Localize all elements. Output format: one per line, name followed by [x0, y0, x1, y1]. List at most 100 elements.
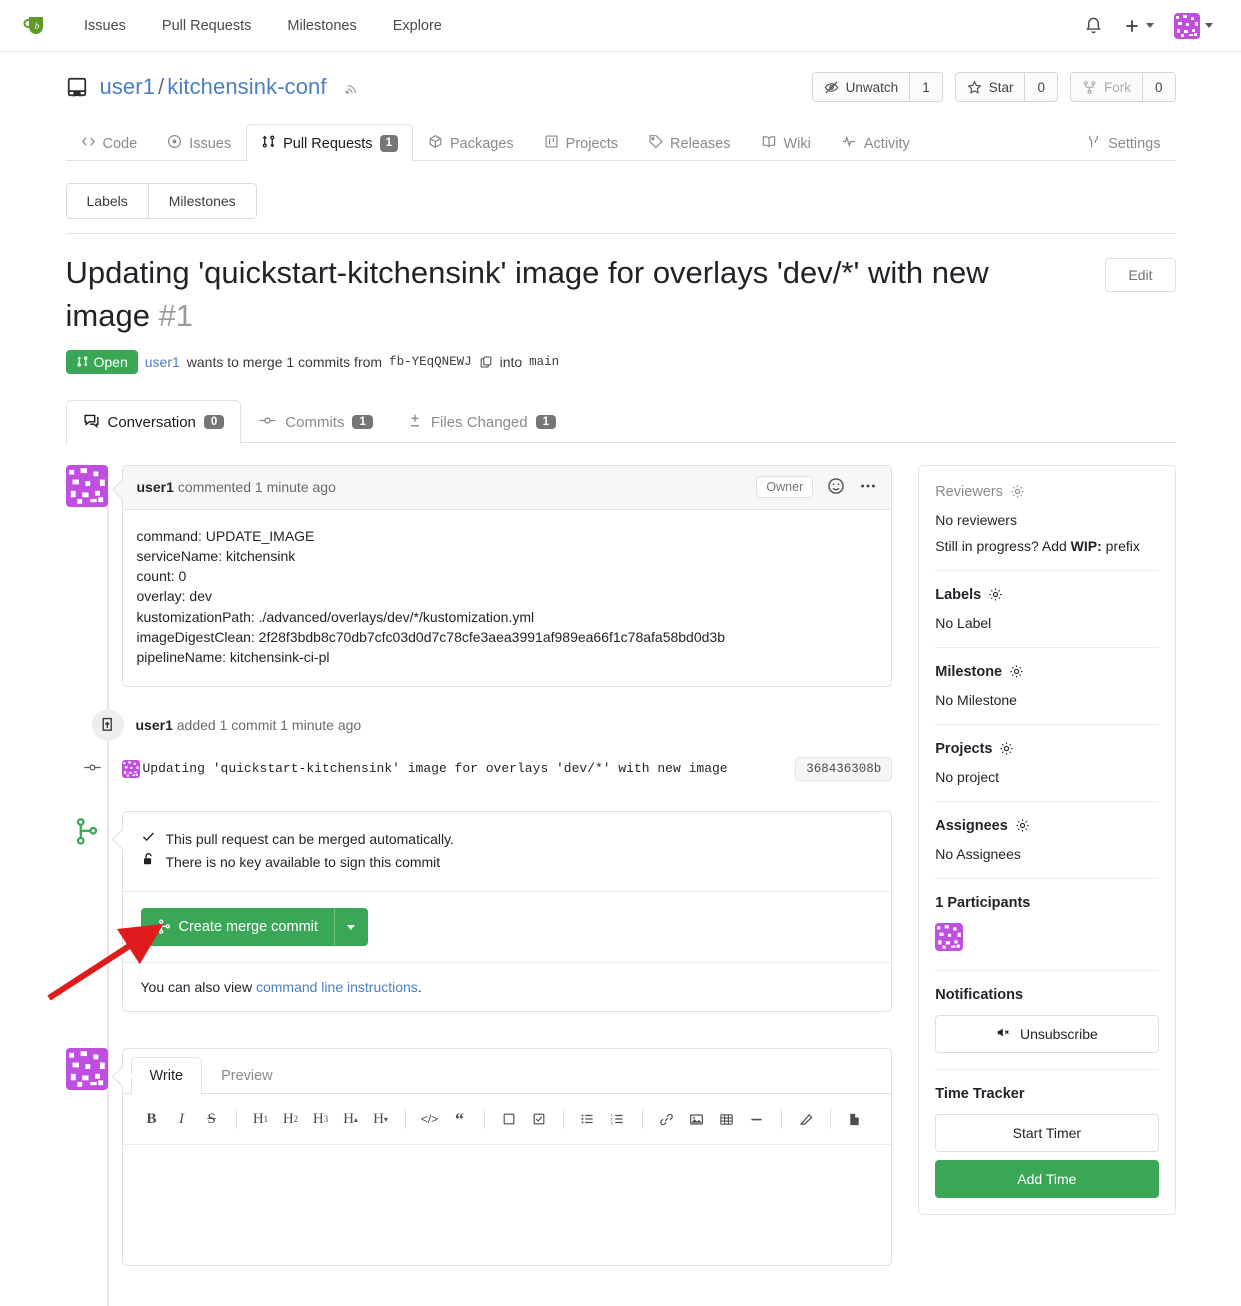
merge-dropdown-toggle[interactable]: [333, 908, 368, 947]
plus-icon[interactable]: [1123, 17, 1154, 35]
star-button[interactable]: Star: [955, 73, 1026, 101]
repo-tab-releases[interactable]: Releases: [633, 124, 745, 162]
command-line-instructions-link[interactable]: command line instructions: [256, 979, 418, 995]
gear-icon[interactable]: [1015, 818, 1030, 833]
heading-down-icon[interactable]: H ▾: [366, 1106, 396, 1132]
star-count[interactable]: 0: [1025, 73, 1057, 101]
strikethrough-icon[interactable]: S: [197, 1106, 227, 1132]
nav-link-issues[interactable]: Issues: [70, 0, 144, 52]
merge-box: This pull request can be merged automati…: [121, 810, 893, 1013]
star-label: Star: [988, 79, 1014, 95]
avatar[interactable]: [65, 464, 108, 507]
table-icon[interactable]: [712, 1106, 742, 1132]
edit-button[interactable]: Edit: [1105, 258, 1176, 292]
issue-title-area: Updating 'quickstart-kitchensink' image …: [66, 234, 1176, 338]
commit-message[interactable]: Updating 'quickstart-kitchensink' image …: [143, 761, 728, 776]
filter-milestones-button[interactable]: Milestones: [147, 184, 256, 218]
sidebar-heading-labels: Labels: [935, 587, 1158, 603]
repo-tab-projects[interactable]: Projects: [529, 124, 633, 162]
comment-line: kustomizationPath: ./advanced/overlays/d…: [136, 608, 535, 625]
sidebar-reviewers-value: No reviewers: [935, 511, 1017, 528]
repo-name-link[interactable]: kitchensink-conf: [167, 74, 326, 99]
fork-button[interactable]: Fork: [1070, 73, 1143, 101]
navbar-right: [1084, 12, 1219, 39]
merge-button-label-wrap[interactable]: Create merge commit: [141, 908, 334, 946]
avatar[interactable]: [121, 759, 140, 778]
repo-owner-link[interactable]: user1: [100, 74, 156, 99]
kebab-horizontal-icon[interactable]: [859, 477, 877, 498]
comment-author[interactable]: user1: [137, 479, 174, 495]
unsubscribe-button[interactable]: Unsubscribe: [935, 1014, 1159, 1053]
star-button-group[interactable]: Star 0: [954, 72, 1058, 102]
link-icon[interactable]: [652, 1106, 682, 1132]
filter-labels-button[interactable]: Labels: [66, 184, 148, 218]
gear-icon[interactable]: [1010, 484, 1025, 499]
start-timer-button[interactable]: Start Timer: [935, 1113, 1159, 1152]
repo-tab-packages[interactable]: Packages: [413, 124, 529, 162]
horizontal-rule-icon[interactable]: [742, 1106, 772, 1132]
nav-link-explore[interactable]: Explore: [375, 0, 460, 52]
comment-textarea[interactable]: [123, 1145, 892, 1265]
create-merge-commit-button[interactable]: Create merge commit: [140, 908, 368, 947]
unlock-icon: [141, 851, 156, 875]
repo-tab-activity[interactable]: Activity: [826, 124, 925, 162]
fork-button-group[interactable]: Fork 0: [1069, 72, 1176, 102]
repo-tab-settings[interactable]: Settings: [1071, 124, 1175, 162]
tab-files-changed[interactable]: Files Changed 1: [390, 400, 573, 444]
watch-button-group[interactable]: Unwatch 1: [811, 72, 943, 102]
status-badge-label: Open: [93, 353, 128, 370]
timeline-event-time: 1 minute ago: [280, 716, 362, 733]
repo-tab-code[interactable]: Code: [66, 124, 153, 162]
repo-tab-wiki[interactable]: Wiki: [746, 124, 826, 162]
tab-conversation[interactable]: Conversation 0: [65, 399, 242, 444]
gitea-logo-icon[interactable]: b: [22, 11, 52, 41]
bold-icon[interactable]: B: [137, 1106, 167, 1132]
heading-1-icon[interactable]: H1: [246, 1106, 276, 1132]
smiley-icon[interactable]: [827, 477, 845, 498]
repo-push-icon: [91, 708, 124, 741]
quote-icon[interactable]: “: [445, 1106, 475, 1132]
repo-tab-pull-requests[interactable]: Pull Requests 1: [246, 124, 413, 162]
fork-count[interactable]: 0: [1142, 73, 1175, 101]
heading-up-icon[interactable]: H ▴: [336, 1106, 366, 1132]
unchecked-box-icon[interactable]: [494, 1106, 524, 1132]
tab-write[interactable]: Write: [130, 1057, 203, 1095]
sidebar-section-notifications: Notifications Unsubscribe: [935, 969, 1159, 1069]
gear-icon[interactable]: [988, 587, 1003, 602]
add-time-button[interactable]: Add Time: [935, 1159, 1159, 1198]
code-icon[interactable]: </>: [415, 1106, 445, 1132]
italic-icon[interactable]: I: [167, 1106, 197, 1132]
nav-link-pull-requests[interactable]: Pull Requests: [144, 0, 269, 52]
comment-icon: [83, 412, 100, 433]
tab-commits[interactable]: Commits 1: [241, 400, 390, 444]
numbered-list-icon[interactable]: 123: [603, 1106, 633, 1132]
commit-sha[interactable]: 368436308b: [795, 756, 893, 781]
checked-box-icon[interactable]: [524, 1106, 554, 1132]
bulleted-list-icon[interactable]: [573, 1106, 603, 1132]
watch-count[interactable]: 1: [910, 73, 942, 101]
sidebar-time-tracker-title: Time Tracker: [935, 1085, 1025, 1102]
rss-icon[interactable]: [345, 81, 360, 96]
heading-2-icon[interactable]: H2: [276, 1106, 306, 1132]
copy-icon[interactable]: [479, 355, 493, 369]
sidebar-section-assignees: Assignees No Assignees: [935, 800, 1159, 878]
breadcrumb-separator: /: [158, 74, 165, 99]
avatar[interactable]: [1174, 12, 1213, 39]
tab-commits-count: 1: [352, 415, 373, 430]
issue-author-link[interactable]: user1: [145, 354, 180, 370]
nav-link-milestones[interactable]: Milestones: [269, 0, 374, 52]
gear-icon[interactable]: [999, 741, 1014, 756]
eraser-icon[interactable]: [791, 1106, 821, 1132]
repo-tab-issues[interactable]: Issues: [152, 124, 246, 162]
heading-3-icon[interactable]: H3: [306, 1106, 336, 1132]
avatar[interactable]: [65, 1048, 108, 1091]
unwatch-button[interactable]: Unwatch: [812, 73, 911, 101]
file-icon[interactable]: [840, 1106, 870, 1132]
bell-icon[interactable]: [1084, 16, 1103, 35]
repo-tab-settings-label: Settings: [1108, 135, 1161, 152]
image-icon[interactable]: [682, 1106, 712, 1132]
timeline-event-author[interactable]: user1: [136, 717, 173, 733]
gear-icon[interactable]: [1009, 664, 1024, 679]
avatar[interactable]: [935, 922, 964, 951]
tab-preview[interactable]: Preview: [202, 1057, 292, 1094]
